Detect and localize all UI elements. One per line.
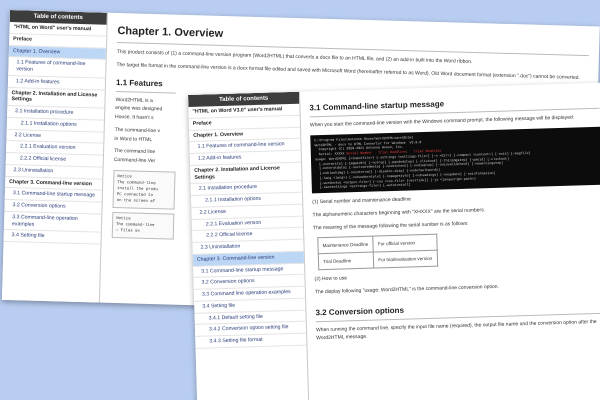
paragraph: The display following "usage: Word2HTML"… <box>314 284 500 296</box>
table-cell: For trial/evaluation version <box>373 250 438 269</box>
toc-item[interactable]: 3.4.3 Setting file format <box>195 333 307 349</box>
paragraph: The meaning of the message following the… <box>312 220 469 232</box>
toc-item[interactable]: 3.4 Setting file <box>3 230 101 245</box>
section-title: 3.2 Conversion options <box>315 296 600 323</box>
paragraph: When running the command line, specify t… <box>315 318 597 341</box>
command-prompt-output: C:\Program Files\Antenna House\Word2HTML… <box>310 126 600 194</box>
notice-box: Notice The command-line — Files ex <box>111 211 175 240</box>
content-panel: 3.1 Command-line startup message When yo… <box>300 83 600 400</box>
toc-list: "HTML on Word V3.0" user's manual Preface… <box>188 103 307 349</box>
toc-list: "HTML on Word" user's manual Preface Chapt… <box>3 21 107 245</box>
toc-panel: Table of contents "HTML on Word V3.0" us… <box>188 91 310 400</box>
section-title: 3.1 Command-line startup message <box>309 91 600 118</box>
table-cell: For official version <box>373 234 438 253</box>
manual-window-front: Table of contents "HTML on Word V3.0" us… <box>188 82 600 400</box>
notice-line: on the screen af <box>116 198 156 204</box>
notice-line: — Files ex <box>115 228 140 234</box>
table-cell: Trial Deadline <box>318 252 375 271</box>
toc-panel: Table of contents "HTML on Word" user's … <box>1 10 108 303</box>
notice-box: Notice The command-line install the prod… <box>112 169 176 210</box>
section-title: 1.1 Features <box>115 74 177 94</box>
table-cell: Maintenance Deadline <box>317 236 374 255</box>
table-row: Trial Deadline For trial/evaluation vers… <box>318 250 438 271</box>
deadline-table: Maintenance Deadline For official versio… <box>317 234 438 271</box>
